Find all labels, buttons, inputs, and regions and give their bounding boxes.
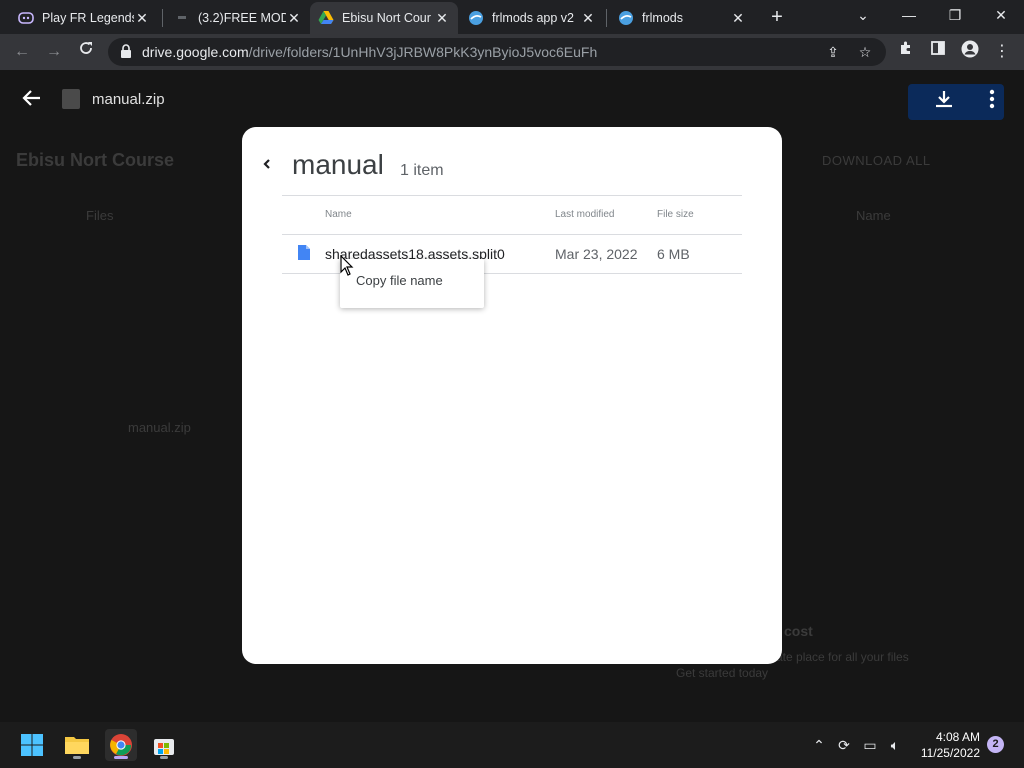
app-running-indicator xyxy=(160,756,168,759)
tab-free-mods[interactable]: (3.2)FREE MODS ✕ xyxy=(166,2,310,34)
column-header-size[interactable]: File size xyxy=(657,209,694,220)
tab-frlmods-app-v2[interactable]: frlmods app v2 ✕ xyxy=(460,2,604,34)
viewer-header: manual.zip xyxy=(0,70,1024,128)
show-hidden-icons-chevron-icon[interactable]: ⌃ xyxy=(809,735,829,755)
address-bar[interactable]: drive.google.com/drive/folders/1UnHhV3jJ… xyxy=(108,38,886,66)
copy-file-name-menu-item[interactable]: Copy file name xyxy=(356,273,443,288)
close-tab-icon[interactable]: ✕ xyxy=(580,10,596,27)
close-tab-icon[interactable]: ✕ xyxy=(434,10,450,27)
bookmark-star-icon[interactable]: ☆ xyxy=(856,43,874,61)
url-text: drive.google.com/drive/folders/1UnHhV3jJ… xyxy=(142,44,597,60)
frlmods-icon xyxy=(468,10,484,26)
column-header-modified[interactable]: Last modified xyxy=(555,209,614,220)
close-tab-icon[interactable]: ✕ xyxy=(134,10,150,27)
notification-badge[interactable]: 2 xyxy=(987,736,1004,753)
document-file-icon xyxy=(298,245,310,260)
background-folder-title: Ebisu Nort Course xyxy=(16,150,175,170)
dialog-folder-title: manual xyxy=(292,149,384,180)
reload-icon xyxy=(80,42,92,54)
tab-play-fr-legends[interactable]: Play FR Legends ✕ xyxy=(10,2,158,34)
forward-button[interactable]: → xyxy=(42,40,66,64)
tab-separator xyxy=(606,9,607,27)
tab-separator xyxy=(162,9,163,27)
zip-file-icon xyxy=(62,89,80,109)
extensions-icon[interactable] xyxy=(894,40,918,64)
zip-contents-dialog: manual 1 item Name Last modified File si… xyxy=(242,127,782,664)
app-active-indicator xyxy=(114,756,128,759)
background-promo-line: ate place for all your files xyxy=(776,650,909,664)
tab-title: frlmods app v2 xyxy=(492,11,574,25)
browser-menu-icon[interactable]: ⋮ xyxy=(990,40,1014,64)
browser-tab-strip: Play FR Legends ✕ (3.2)FREE MODS ✕ Ebisu… xyxy=(0,0,1024,34)
windows-start-icon[interactable] xyxy=(16,729,48,761)
discord-icon xyxy=(18,10,34,26)
background-list-file: manual.zip xyxy=(128,420,191,435)
restore-button[interactable]: ❐ xyxy=(932,0,978,32)
background-download-all: DOWNLOAD ALL xyxy=(822,153,931,168)
sync-icon[interactable]: ⟳ xyxy=(834,735,854,755)
profile-avatar-icon[interactable] xyxy=(958,40,982,64)
share-icon[interactable]: ⇪ xyxy=(824,43,842,61)
viewer-file-name: manual.zip xyxy=(92,91,165,108)
tab-title: frlmods xyxy=(642,11,683,25)
dialog-item-count: 1 item xyxy=(400,162,444,179)
tab-title: (3.2)FREE MODS xyxy=(198,11,286,25)
side-panel-icon[interactable] xyxy=(926,40,950,64)
close-tab-icon[interactable]: ✕ xyxy=(286,10,302,27)
clock-date: 11/25/2022 xyxy=(920,746,980,760)
page-icon xyxy=(174,10,190,26)
last-modified-cell: Mar 23, 2022 xyxy=(555,246,638,262)
more-options-icon[interactable] xyxy=(982,88,1002,110)
background-name-sort: Name xyxy=(856,208,891,223)
column-header-name[interactable]: Name xyxy=(325,209,352,220)
microsoft-store-icon[interactable] xyxy=(148,729,180,761)
network-icon[interactable]: ▭ xyxy=(860,735,880,755)
windows-taskbar: ⌃ ⟳ ▭ 🔈︎ 4:08 AM 11/25/2022 xyxy=(0,722,1024,768)
file-size-cell: 6 MB xyxy=(657,246,690,262)
background-promo-title: cost xyxy=(784,623,813,639)
download-icon[interactable] xyxy=(933,88,955,110)
file-context-menu: Copy file name xyxy=(340,259,484,308)
clock-time: 4:08 AM xyxy=(935,730,980,744)
lock-icon[interactable] xyxy=(120,44,134,60)
url-host: drive.google.com xyxy=(142,44,249,60)
dialog-back-chevron-icon[interactable] xyxy=(262,157,276,173)
tab-search-chevron-icon[interactable]: ⌄ xyxy=(840,0,886,32)
tab-frlmods[interactable]: frlmods ✕ xyxy=(610,2,754,34)
back-button[interactable]: ← xyxy=(10,40,34,64)
close-window-button[interactable]: ✕ xyxy=(978,0,1024,32)
new-tab-button[interactable]: + xyxy=(765,5,789,29)
app-running-indicator xyxy=(73,756,81,759)
reload-button[interactable] xyxy=(74,40,98,64)
browser-toolbar: ← → drive.google.com/drive/folders/1UnHh… xyxy=(0,34,1024,70)
frlmods-icon xyxy=(618,10,634,26)
divider xyxy=(282,195,742,196)
url-path: /drive/folders/1UnHhV3jJRBW8PkK3ynByioJ5… xyxy=(248,44,598,60)
system-clock[interactable]: 4:08 AM 11/25/2022 xyxy=(910,729,980,761)
divider xyxy=(282,234,742,235)
volume-icon[interactable]: 🔈︎ xyxy=(885,735,905,755)
close-viewer-arrow-icon[interactable] xyxy=(20,86,44,110)
tab-ebisu-nort-course[interactable]: Ebisu Nort Cour ✕ xyxy=(310,2,458,34)
background-files-header: Files xyxy=(86,208,114,223)
tab-title: Play FR Legends xyxy=(42,11,134,25)
chrome-icon[interactable] xyxy=(105,729,137,761)
tab-title: Ebisu Nort Cour xyxy=(342,11,431,25)
background-promo-line: Get started today xyxy=(676,666,769,680)
file-explorer-icon[interactable] xyxy=(61,729,93,761)
google-drive-icon xyxy=(318,10,334,26)
minimize-button[interactable]: — xyxy=(886,0,932,32)
mouse-cursor-icon xyxy=(340,254,354,277)
close-tab-icon[interactable]: ✕ xyxy=(730,10,746,27)
